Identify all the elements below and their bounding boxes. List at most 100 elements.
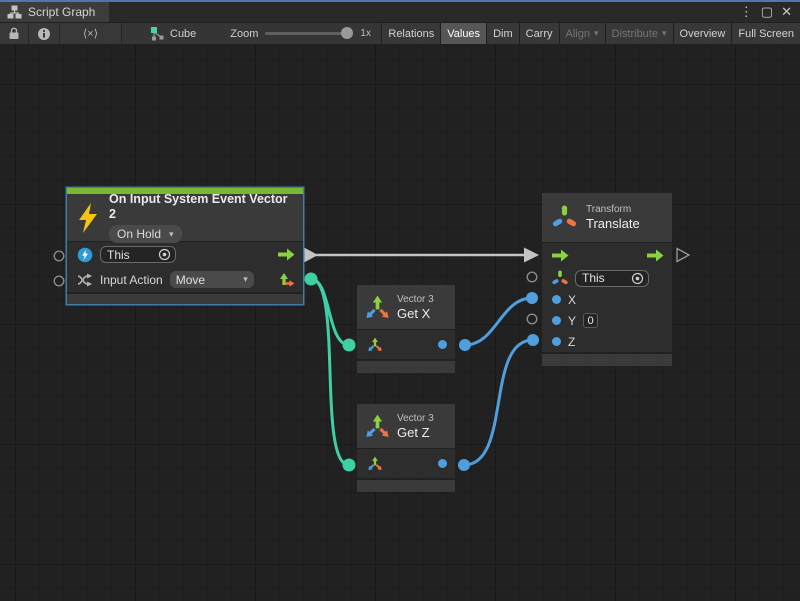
z-port-dot[interactable] (552, 337, 561, 346)
event-input-action-row: Input Action Move ▾ (67, 267, 303, 292)
window-maximize-icon[interactable]: ▢ (761, 3, 773, 21)
event-this-row: This (67, 242, 303, 267)
zoom-slider-handle[interactable] (341, 27, 353, 39)
translate-z-input-port[interactable] (527, 334, 539, 346)
graph-target[interactable]: Cube (122, 23, 204, 44)
wire-vector2-to-get-x[interactable] (311, 279, 349, 345)
event-vector2-output-port[interactable] (305, 273, 318, 286)
zoom-slider[interactable] (265, 32, 353, 35)
get-x-output-port[interactable] (438, 340, 447, 349)
object-picker-icon[interactable] (158, 248, 171, 261)
overview-button[interactable]: Overview (673, 23, 732, 44)
code-preview-button[interactable]: ⟨×⟩ (60, 23, 122, 44)
event-this-field[interactable]: This (100, 246, 176, 263)
get-x-output-wire-cap[interactable] (459, 339, 471, 351)
hierarchy-icon (7, 5, 22, 19)
translate-y-row: Y 0 (542, 310, 672, 331)
toolbar-toggle-buttons: Relations Values Dim Carry Align ▾ Distr… (381, 23, 800, 44)
wire-get-x-to-translate-x[interactable] (465, 298, 532, 345)
translate-flow-row (542, 243, 672, 267)
flow-arrow-icon[interactable] (278, 248, 295, 261)
wire-vector2-to-get-z[interactable] (311, 279, 349, 465)
info-icon (37, 27, 51, 41)
translate-y-input-port[interactable] (527, 314, 537, 324)
tab-title: Script Graph (28, 5, 95, 19)
get-z-header[interactable]: Vector 3 Get Z (357, 404, 455, 448)
window-menu-icon[interactable]: ⋮ (740, 3, 753, 21)
distribute-button[interactable]: Distribute ▾ (605, 23, 673, 44)
relations-button[interactable]: Relations (381, 23, 440, 44)
graph-canvas[interactable]: On Input System Event Vector 2 On Hold ▾ (0, 44, 800, 601)
vector3-icon (364, 413, 391, 440)
y-value-field[interactable]: 0 (583, 313, 598, 328)
control-wire-start-arrow (304, 248, 318, 263)
translate-title: Translate (586, 216, 640, 232)
get-x-footer (357, 361, 455, 373)
dim-button[interactable]: Dim (486, 23, 519, 44)
get-z-output-port[interactable] (438, 459, 447, 468)
event-this-input-port[interactable] (54, 251, 64, 261)
x-port-dot[interactable] (552, 295, 561, 304)
transform-mini-icon (552, 270, 568, 287)
translate-z-row: Z (542, 331, 672, 352)
translate-this-field[interactable]: This (575, 270, 649, 287)
node-translate[interactable]: Transform Translate (542, 193, 672, 366)
event-node-header[interactable]: On Input System Event Vector 2 On Hold ▾ (67, 194, 303, 241)
lock-icon (8, 27, 20, 40)
lock-button[interactable] (0, 23, 29, 44)
y-port-dot[interactable] (552, 316, 561, 325)
node-get-x[interactable]: Vector 3 Get X (357, 285, 455, 373)
x-label: X (568, 293, 576, 307)
wire-get-z-to-translate-z[interactable] (464, 340, 533, 465)
zoom-control: Zoom 1x (204, 23, 371, 44)
unity-script-graph-window: Script Graph ⋮ ▢ ✕ (0, 0, 800, 601)
translate-category: Transform (586, 203, 640, 216)
control-wire-end-arrow (524, 248, 539, 263)
window-controls: ⋮ ▢ ✕ (740, 3, 800, 21)
flow-arrow-in-icon[interactable] (552, 249, 569, 262)
event-node-footer (67, 294, 303, 304)
zoom-label: Zoom (230, 28, 258, 40)
node-on-input-system-event[interactable]: On Input System Event Vector 2 On Hold ▾ (67, 188, 303, 304)
get-x-title: Get X (397, 306, 434, 322)
translate-x-row: X (542, 289, 672, 310)
event-mode-dropdown[interactable]: On Hold ▾ (109, 225, 182, 243)
inspect-button[interactable] (29, 23, 60, 44)
get-x-header[interactable]: Vector 3 Get X (357, 285, 455, 329)
translate-trigger-output-port[interactable] (677, 249, 689, 262)
translate-body: This X Y 0 (542, 243, 672, 352)
full-screen-button[interactable]: Full Screen (731, 23, 800, 44)
translate-x-input-port[interactable] (526, 292, 538, 304)
object-picker-icon[interactable] (631, 272, 644, 285)
tab-script-graph[interactable]: Script Graph (0, 2, 109, 22)
get-z-body (357, 449, 455, 478)
translate-footer (542, 354, 672, 366)
graph-target-label: Cube (170, 28, 196, 40)
tab-bar: Script Graph ⋮ ▢ ✕ (0, 0, 800, 22)
node-get-z[interactable]: Vector 3 Get Z (357, 404, 455, 492)
input-action-dropdown[interactable]: Move ▾ (170, 271, 254, 288)
code-icon: ⟨×⟩ (83, 27, 98, 40)
align-button[interactable]: Align ▾ (559, 23, 605, 44)
translate-header[interactable]: Transform Translate (542, 193, 672, 242)
get-z-input-port[interactable] (343, 459, 356, 472)
graph-toolbar: ⟨×⟩ Cube Zoom 1x Relations Values D (0, 22, 800, 44)
y-label: Y (568, 314, 576, 328)
chevron-down-icon: ▾ (169, 229, 174, 240)
get-z-output-wire-cap[interactable] (458, 459, 470, 471)
graph-icon (150, 26, 165, 41)
get-x-input-port[interactable] (343, 339, 356, 352)
carry-button[interactable]: Carry (519, 23, 559, 44)
chevron-down-icon: ▾ (243, 274, 248, 285)
translate-this-row: This (542, 267, 672, 289)
values-button[interactable]: Values (440, 23, 486, 44)
event-input-action-port[interactable] (54, 276, 64, 286)
translate-this-input-port[interactable] (527, 272, 537, 282)
vector3-icon (364, 294, 391, 321)
vector2-icon (279, 272, 295, 288)
flow-arrow-out-icon[interactable] (647, 249, 664, 262)
input-action-label: Input Action (100, 273, 163, 287)
window-close-icon[interactable]: ✕ (781, 3, 792, 21)
get-x-category: Vector 3 (397, 293, 434, 306)
lightning-bolt-icon (78, 203, 100, 233)
